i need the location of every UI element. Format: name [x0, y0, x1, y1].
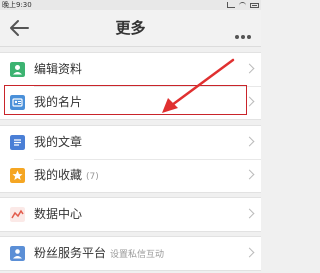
menu-group-fans: 粉丝服务平台 设置私信互动 [0, 236, 261, 271]
edit-profile-icon [10, 62, 25, 77]
nav-header: 更多 [0, 10, 261, 47]
status-time: 晚上9:30 [2, 1, 32, 9]
chevron-right-icon [244, 247, 255, 258]
battery-icon [250, 2, 259, 8]
data-chart-icon [10, 207, 25, 222]
menu-item-fan-service[interactable]: 粉丝服务平台 设置私信互动 [0, 237, 261, 270]
article-icon [10, 135, 25, 150]
menu-item-favorites[interactable]: 我的收藏 (7) [0, 159, 261, 192]
business-card-icon [10, 95, 25, 110]
wifi-icon [239, 2, 246, 8]
menu-group-profile: 编辑资料 我的名片 [0, 52, 261, 120]
menu-item-label: 我的收藏 (7) [34, 168, 99, 182]
page-title: 更多 [115, 19, 146, 37]
menu-item-label: 我的文章 [34, 135, 83, 149]
fan-service-icon [10, 246, 25, 261]
favorites-count: (7) [86, 172, 99, 182]
menu-item-label: 粉丝服务平台 设置私信互动 [34, 246, 165, 260]
fan-service-hint: 设置私信互动 [110, 250, 165, 260]
menu-item-label: 数据中心 [34, 207, 83, 221]
menu-item-my-articles[interactable]: 我的文章 [0, 126, 261, 159]
menu-item-my-card[interactable]: 我的名片 [0, 86, 261, 119]
status-bar: 晚上9:30 [0, 0, 261, 10]
favorite-star-icon [10, 168, 25, 183]
more-options-icon[interactable] [235, 24, 253, 39]
chevron-right-icon [244, 63, 255, 74]
chevron-right-icon [244, 136, 255, 147]
menu-item-label: 编辑资料 [34, 62, 83, 76]
chevron-right-icon [244, 169, 255, 180]
menu-group-data: 数据中心 [0, 197, 261, 232]
menu-item-data-center[interactable]: 数据中心 [0, 198, 261, 231]
status-icons [227, 0, 259, 10]
chevron-right-icon [244, 96, 255, 107]
menu-item-edit-profile[interactable]: 编辑资料 [0, 53, 261, 86]
signal-icon [227, 2, 235, 8]
menu-group-content: 我的文章 我的收藏 (7) [0, 125, 261, 193]
menu-item-label: 我的名片 [34, 95, 83, 109]
chevron-right-icon [244, 208, 255, 219]
